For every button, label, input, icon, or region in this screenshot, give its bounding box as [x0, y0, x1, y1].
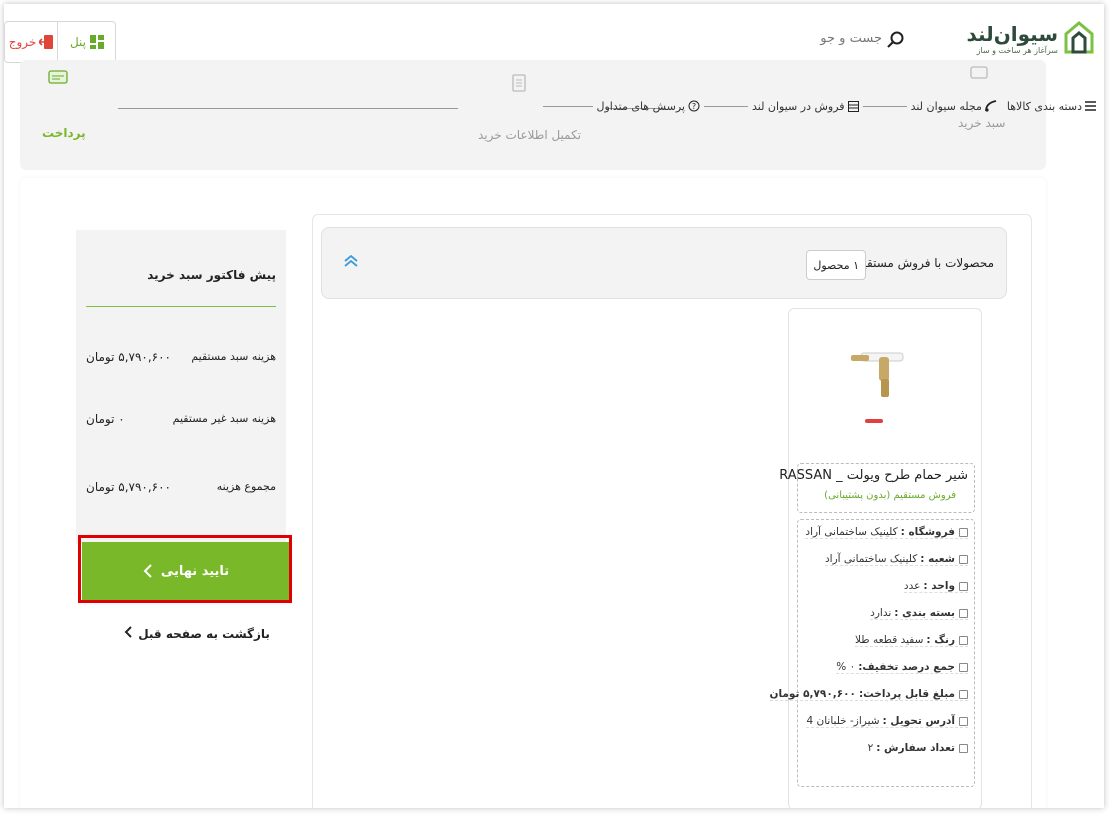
invoice-row-label: هزینه سبد مستقیم [191, 350, 276, 363]
panel-button[interactable]: پنل [59, 22, 115, 62]
step-payment[interactable]: پرداخت [42, 126, 86, 140]
nav-categories[interactable]: دسته بندی کالاها [1007, 100, 1096, 113]
detail-unit: واحد : عدد [903, 580, 968, 593]
step-info[interactable]: تکمیل اطلاعات خرید [478, 128, 581, 142]
detail-value: ۰ % [836, 661, 856, 673]
question-icon: ? [688, 100, 700, 112]
detail-label: شعبه : [920, 553, 955, 565]
package-icon [959, 608, 968, 618]
nav-faq[interactable]: ? پرسش های متداول [597, 100, 700, 113]
svg-text:?: ? [692, 102, 696, 111]
store-icon [847, 100, 859, 112]
detail-value: عدد [903, 580, 921, 592]
detail-label: جمع درصد تخفیف: [858, 661, 955, 673]
menu-icon [1085, 101, 1096, 111]
cart-icon [970, 66, 988, 79]
detail-label: رنگ : [926, 634, 955, 646]
brand-name: سیوان‌لند [966, 22, 1058, 46]
exit-button[interactable]: خروج [5, 22, 58, 62]
faucet-image[interactable] [839, 331, 919, 441]
search-icon[interactable] [886, 30, 906, 50]
detail-address: آدرس تحویل : شیراز- خلبانان 4 [806, 715, 968, 728]
product-card: شیر حمام طرح ویولت _ RASSAN فروش مستقیم … [769, 308, 982, 808]
detail-label: تعداد سفارش : [876, 742, 955, 754]
color-icon [959, 635, 968, 645]
step-cart[interactable]: سبد خرید [958, 116, 1005, 130]
product-name[interactable]: شیر حمام طرح ویولت _ RASSAN [779, 468, 968, 483]
store-icon [959, 527, 968, 537]
detail-label: بسته بندی : [894, 607, 955, 619]
double-chevron-up-icon[interactable] [342, 252, 360, 270]
payment-icon [48, 70, 68, 84]
detail-label: مبلغ قابل پرداخت: [858, 688, 955, 700]
invoice-row-label: مجموع هزینه [216, 480, 276, 493]
magazine-icon [984, 100, 997, 112]
invoice-row-value: ۰ تومان [86, 412, 125, 426]
invoice-row-value: ۵,۷۹۰,۶۰۰ تومان [86, 480, 171, 494]
money-icon [959, 689, 968, 699]
nav-magazine[interactable]: مجله سیوان لند [911, 100, 997, 113]
products-header[interactable]: محصولات با فروش مستقیم ۱ محصول [321, 227, 1007, 299]
unit-icon [959, 581, 968, 591]
detail-label: آدرس تحویل : [882, 715, 955, 727]
count-icon [959, 743, 968, 753]
sale-type-badge: فروش مستقیم (بدون پشتیبانی) [824, 490, 956, 501]
detail-value: ۵,۷۹۰,۶۰۰ تومان [769, 688, 856, 700]
panel-label: پنل [69, 35, 87, 49]
logout-icon [39, 35, 54, 49]
detail-value: شیراز- خلبانان 4 [806, 715, 880, 727]
detail-branch: شعبه : کلینیک ساختمانی آراد [825, 553, 968, 566]
header-buttons: پنل خروج [4, 21, 116, 63]
products-count: ۱ محصول [806, 250, 866, 280]
invoice-row-value: ۵,۷۹۰,۶۰۰ تومان [86, 350, 171, 364]
detail-color: رنگ : سفید قطعه طلا [854, 634, 968, 647]
back-link[interactable]: بازگشت به صفحه قبل [124, 626, 270, 641]
detail-store: فروشگاه : کلینیک ساختمانی آراد [805, 526, 968, 539]
detail-value: کلینیک ساختمانی آراد [825, 553, 918, 565]
nav-label: مجله سیوان لند [910, 99, 982, 113]
site-logo[interactable]: سیوان‌لند سرآغاز هر ساخت و ساز [966, 16, 1094, 60]
invoice-divider [86, 306, 276, 307]
chevron-left-icon [124, 626, 132, 638]
products-title: محصولات با فروش مستقیم [855, 256, 994, 270]
detail-value: کلینیک ساختمانی آراد [805, 526, 898, 538]
detail-label: واحد : [923, 580, 955, 592]
search-bar [252, 24, 908, 61]
back-label: بازگشت به صفحه قبل [138, 627, 270, 641]
nav-sell[interactable]: فروش در سیوان لند [752, 100, 859, 113]
main-nav: دسته بندی کالاها مجله سیوان لند فروش در … [539, 94, 1105, 118]
exit-label: خروج [8, 35, 37, 49]
search-input[interactable] [280, 30, 884, 47]
nav-separator [703, 105, 748, 107]
step-connector [118, 108, 458, 109]
product-name-box: شیر حمام طرح ویولت _ RASSAN فروش مستقیم … [779, 463, 975, 513]
branch-icon [959, 554, 968, 564]
nav-label: فروش در سیوان لند [751, 99, 845, 113]
detail-payable: مبلغ قابل پرداخت: ۵,۷۹۰,۶۰۰ تومان [769, 688, 968, 701]
nav-label: پرسش های متداول [596, 99, 685, 113]
nav-label: دسته بندی کالاها [1006, 99, 1082, 113]
invoice-sidebar: پیش فاکتور سبد خرید هزینه سبد مستقیم ۵,۷… [76, 230, 286, 544]
detail-quantity: تعداد سفارش :۲ [868, 742, 968, 754]
detail-value: سفید قطعه طلا [854, 634, 924, 646]
house-logo-icon [1064, 21, 1094, 54]
page-frame: سیوان‌لند سرآغاز هر ساخت و ساز پنل [4, 4, 1104, 808]
highlight-box [78, 535, 292, 603]
detail-label: فروشگاه : [900, 526, 955, 538]
dashboard-icon [90, 35, 105, 49]
nav-separator [862, 105, 907, 107]
detail-discount: جمع درصد تخفیف: ۰ % [836, 661, 968, 674]
nav-separator [542, 105, 593, 107]
percent-icon [959, 662, 968, 672]
location-icon [959, 716, 968, 726]
detail-value: ۲ [867, 742, 874, 754]
detail-value: ندارد [870, 607, 892, 619]
invoice-title: پیش فاکتور سبد خرید [147, 268, 276, 282]
product-details: فروشگاه : کلینیک ساختمانی آراد شعبه : کلین… [769, 519, 975, 787]
invoice-row-label: هزینه سبد غیر مستقیم [172, 412, 276, 425]
brand-tagline: سرآغاز هر ساخت و ساز [976, 46, 1058, 55]
detail-package: بسته بندی : ندارد [870, 607, 968, 620]
form-icon [512, 74, 526, 92]
